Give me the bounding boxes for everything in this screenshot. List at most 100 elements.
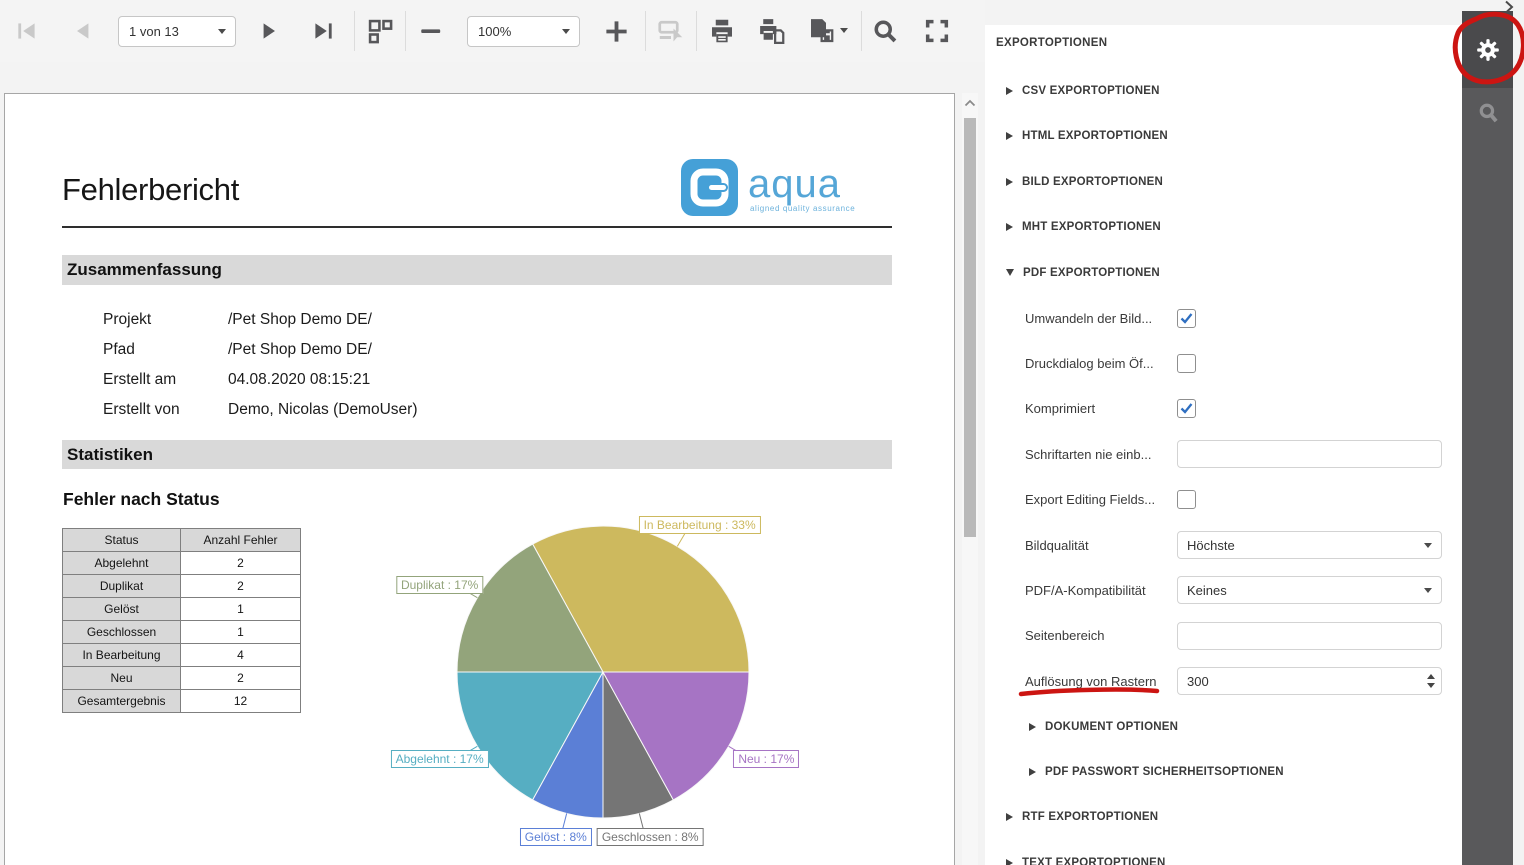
summary-heading: Zusammenfassung: [67, 260, 222, 280]
section-label: BILD EXPORTOPTIONEN: [1022, 176, 1163, 188]
komprimiert-checkbox[interactable]: [1177, 399, 1196, 418]
panel-row-pdf-a-kompatibilitat: PDF/A-Kompatibilität Keines: [985, 576, 1462, 604]
toolbar-separator: [861, 11, 862, 51]
expand-triangle-icon: [1006, 132, 1013, 140]
panel-section-pdf-exportoptionen[interactable]: PDF EXPORTOPTIONEN: [985, 259, 1462, 287]
aqua-logo-icon: [681, 159, 738, 216]
panel-row-komprimiert: Komprimiert: [985, 395, 1462, 423]
zoom-selector[interactable]: 100%: [467, 16, 580, 47]
table-header-row: Status Anzahl Fehler: [63, 529, 301, 552]
statistics-section-bar: Statistiken: [62, 440, 892, 469]
aqua-logo-wordmark: aqua: [748, 162, 841, 207]
scrollbar-thumb[interactable]: [964, 118, 976, 537]
summary-section-bar: Zusammenfassung: [62, 255, 892, 285]
bildqualitat-select[interactable]: Höchste: [1177, 531, 1442, 559]
multi-page-view-button[interactable]: [363, 14, 397, 48]
section-label: HTML EXPORTOPTIONEN: [1022, 130, 1168, 142]
pie-label-gelost: Gelöst : 8%: [520, 828, 592, 846]
table-row-gesamtergebnis: Gesamtergebnis12: [63, 690, 301, 713]
section-label: MHT EXPORTOPTIONEN: [1022, 221, 1161, 233]
section-label: PDF PASSWORT SICHERHEITSOPTIONEN: [1045, 766, 1284, 778]
print-icon: [707, 16, 737, 46]
export-editing-fields-checkbox[interactable]: [1177, 490, 1196, 509]
panel-section-dokument-optionen[interactable]: DOKUMENT OPTIONEN: [985, 713, 1462, 741]
panel-section-pdf-passwort-sicherheitsoptionen[interactable]: PDF PASSWORT SICHERHEITSOPTIONEN: [985, 758, 1462, 786]
panel-row-bildqualitat: Bildqualität Höchste: [985, 531, 1462, 559]
vertical-scrollbar[interactable]: [962, 93, 978, 865]
expand-triangle-icon: [1006, 178, 1013, 186]
print-page-button[interactable]: [755, 14, 789, 48]
expand-triangle-icon: [1006, 859, 1013, 865]
highlight-editing-fields-button[interactable]: [654, 14, 688, 48]
last-page-button[interactable]: [306, 14, 340, 48]
aqua-logo-tagline: aligned quality assurance: [750, 204, 855, 213]
report-preview-window: 1 von 13 100%: [0, 0, 1524, 865]
field-label-pdf-a-kompatibilitat: PDF/A-Kompatibilität: [1025, 583, 1146, 598]
toolbar-separator: [645, 11, 646, 51]
cell-status: Neu: [63, 667, 181, 690]
spinner-down-icon: [1427, 683, 1435, 688]
chevron-down-icon: [218, 29, 226, 34]
toolbar: 1 von 13 100%: [0, 0, 985, 62]
bildqualitat-value: Höchste: [1187, 538, 1235, 553]
panel-row-export-editing-fields: Export Editing Fields...: [985, 486, 1462, 514]
summary-value: 04.08.2020 08:15:21: [228, 371, 370, 389]
statistics-heading: Statistiken: [67, 445, 153, 465]
panel-section-csv-exportoptionen[interactable]: CSV EXPORTOPTIONEN: [985, 77, 1462, 105]
zoom-out-button[interactable]: [414, 14, 448, 48]
zoom-in-button[interactable]: [599, 14, 633, 48]
field-label-bildqualitat: Bildqualität: [1025, 538, 1089, 553]
pie-label-neu: Neu : 17%: [733, 750, 799, 768]
cell-count: 2: [181, 575, 301, 598]
summary-row-erstellt-am: Erstellt am 04.08.2020 08:15:21: [103, 365, 703, 395]
spinner-up-icon: [1427, 674, 1435, 679]
panel-section-html-exportoptionen[interactable]: HTML EXPORTOPTIONEN: [985, 122, 1462, 150]
pie-label-geschlossen: Geschlossen : 8%: [597, 828, 704, 846]
scroll-up-button[interactable]: [962, 93, 978, 113]
full-screen-button[interactable]: [920, 14, 954, 48]
umwandeln-der-bild-checkbox[interactable]: [1177, 309, 1196, 328]
expand-triangle-icon: [1006, 87, 1013, 95]
schriftarten-nie-einb-input[interactable]: [1177, 440, 1442, 468]
panel-section-bild-exportoptionen[interactable]: BILD EXPORTOPTIONEN: [985, 168, 1462, 196]
highlight-editing-fields-icon: [656, 16, 686, 46]
cell-count: 4: [181, 644, 301, 667]
cell-count: 2: [181, 552, 301, 575]
export-options-panel: EXPORTOPTIONEN CSV EXPORTOPTIONENHTML EX…: [985, 25, 1462, 865]
settings-tab-button[interactable]: [1462, 11, 1513, 88]
seitenbereich-input[interactable]: [1177, 622, 1442, 650]
panel-section-text-exportoptionen[interactable]: TEXT EXPORTOPTIONEN: [985, 849, 1462, 865]
panel-section-mht-exportoptionen[interactable]: MHT EXPORTOPTIONEN: [985, 213, 1462, 241]
pie-label-in-bearbeitung: In Bearbeitung : 33%: [639, 516, 761, 534]
chevron-down-icon: [562, 29, 570, 34]
chevron-down-icon: [1424, 588, 1432, 593]
zoom-out-icon: [418, 18, 444, 44]
search-button[interactable]: [868, 14, 902, 48]
next-page-button[interactable]: [252, 14, 286, 48]
panel-row-druckdialog-beim-of: Druckdialog beim Öf...: [985, 349, 1462, 377]
previous-page-button[interactable]: [66, 14, 100, 48]
cell-status: Gesamtergebnis: [63, 690, 181, 713]
pdf-a-kompatibilitat-value: Keines: [1187, 583, 1227, 598]
pie-label-duplikat: Duplikat : 17%: [396, 576, 483, 594]
section-label: DOKUMENT OPTIONEN: [1045, 721, 1178, 733]
first-page-button[interactable]: [10, 14, 44, 48]
druckdialog-beim-of-checkbox[interactable]: [1177, 354, 1196, 373]
zoom-selector-value: 100%: [478, 24, 511, 39]
export-button[interactable]: [805, 14, 849, 48]
print-button[interactable]: [705, 14, 739, 48]
cell-count: 12: [181, 690, 301, 713]
table-row-abgelehnt: Abgelehnt2: [63, 552, 301, 575]
auflosung-von-rastern-spinner[interactable]: 300: [1177, 667, 1442, 695]
spinner-buttons[interactable]: [1427, 674, 1435, 688]
search-icon: [871, 17, 899, 45]
expand-triangle-icon: [1006, 223, 1013, 231]
cell-count: 1: [181, 598, 301, 621]
search-tab-button[interactable]: [1462, 88, 1513, 138]
pdf-a-kompatibilitat-select[interactable]: Keines: [1177, 576, 1442, 604]
panel-section-rtf-exportoptionen[interactable]: RTF EXPORTOPTIONEN: [985, 803, 1462, 831]
next-page-icon: [256, 18, 282, 44]
summary-value: /Pet Shop Demo DE/: [228, 311, 372, 329]
page-selector[interactable]: 1 von 13: [118, 16, 236, 47]
gear-icon: [1475, 37, 1501, 63]
